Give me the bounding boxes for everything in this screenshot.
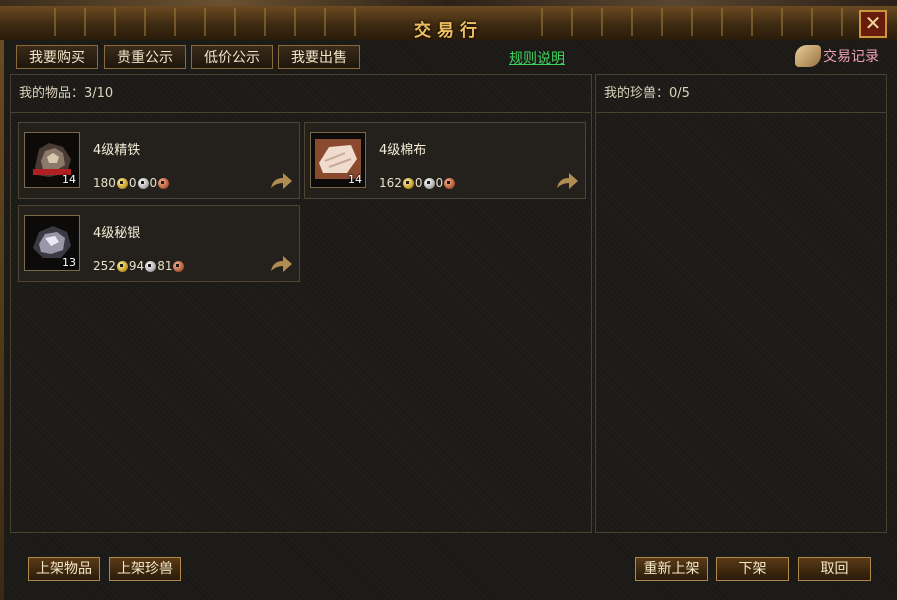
- copper-coin-icon: [444, 177, 456, 189]
- pets-header: 我的珍兽：0/5: [596, 75, 886, 113]
- window-title: 交易行: [414, 21, 483, 41]
- item-card[interactable]: 14 4级棉布 162 0 0: [304, 122, 586, 199]
- gold-coin-icon: [116, 260, 128, 272]
- silver-coin-icon: [145, 260, 157, 272]
- silver-amount: 94: [128, 259, 145, 273]
- copper-coin-icon: [158, 177, 170, 189]
- gold-amount: 252: [93, 259, 116, 273]
- relist-button[interactable]: 重新上架: [635, 557, 708, 581]
- scroll-icon: [795, 45, 821, 67]
- list-item-button[interactable]: 上架物品: [28, 557, 100, 581]
- item-card[interactable]: 14 4级精铁 180 0 0: [18, 122, 300, 199]
- gold-amount: 162: [379, 176, 402, 190]
- gold-coin-icon: [116, 177, 128, 189]
- copper-amount: 0: [435, 176, 444, 190]
- copper-amount: 0: [149, 176, 158, 190]
- mithril-ore-icon: 13: [24, 215, 80, 271]
- gold-coin-icon: [402, 177, 414, 189]
- retrieve-button[interactable]: 取回: [798, 557, 871, 581]
- silver-coin-icon: [423, 177, 435, 189]
- items-header: 我的物品：3/10: [11, 75, 591, 113]
- share-arrow-icon[interactable]: [269, 172, 293, 190]
- item-name: 4级棉布: [379, 143, 427, 158]
- silver-coin-icon: [137, 177, 149, 189]
- share-arrow-icon[interactable]: [555, 172, 579, 190]
- tab-valuable[interactable]: 贵重公示: [104, 45, 186, 69]
- item-name: 4级精铁: [93, 143, 141, 158]
- copper-coin-icon: [173, 260, 185, 272]
- share-arrow-icon[interactable]: [269, 255, 293, 273]
- tab-sell[interactable]: 我要出售: [278, 45, 360, 69]
- left-edge: [0, 40, 4, 600]
- tab-buy[interactable]: 我要购买: [16, 45, 98, 69]
- cotton-cloth-icon: 14: [310, 132, 366, 188]
- item-quantity: 14: [348, 173, 362, 186]
- item-quantity: 14: [62, 173, 76, 186]
- item-name: 4级秘银: [93, 226, 141, 241]
- trade-record-button[interactable]: 交易记录: [795, 44, 879, 68]
- delist-button[interactable]: 下架: [716, 557, 789, 581]
- gold-amount: 180: [93, 176, 116, 190]
- iron-ore-icon: 14: [24, 132, 80, 188]
- copper-amount: 81: [157, 259, 173, 273]
- rules-link[interactable]: 规则说明: [509, 48, 565, 68]
- item-card[interactable]: 13 4级秘银 252 94 81: [18, 205, 300, 282]
- pets-panel: 我的珍兽：0/5: [595, 74, 887, 533]
- title-bar: 交易行: [0, 6, 897, 41]
- close-button[interactable]: ✕: [859, 10, 887, 38]
- trade-record-label: 交易记录: [823, 49, 879, 65]
- silver-amount: 0: [414, 176, 423, 190]
- item-quantity: 13: [62, 256, 76, 269]
- tab-low-price[interactable]: 低价公示: [191, 45, 273, 69]
- items-panel: 我的物品：3/10 14 4级精铁 180 0 0 14 4级棉布 162 0 …: [10, 74, 592, 533]
- item-price: 180 0 0: [93, 176, 170, 190]
- item-price: 252 94 81: [93, 259, 185, 273]
- list-pet-button[interactable]: 上架珍兽: [109, 557, 181, 581]
- silver-amount: 0: [128, 176, 137, 190]
- item-price: 162 0 0: [379, 176, 456, 190]
